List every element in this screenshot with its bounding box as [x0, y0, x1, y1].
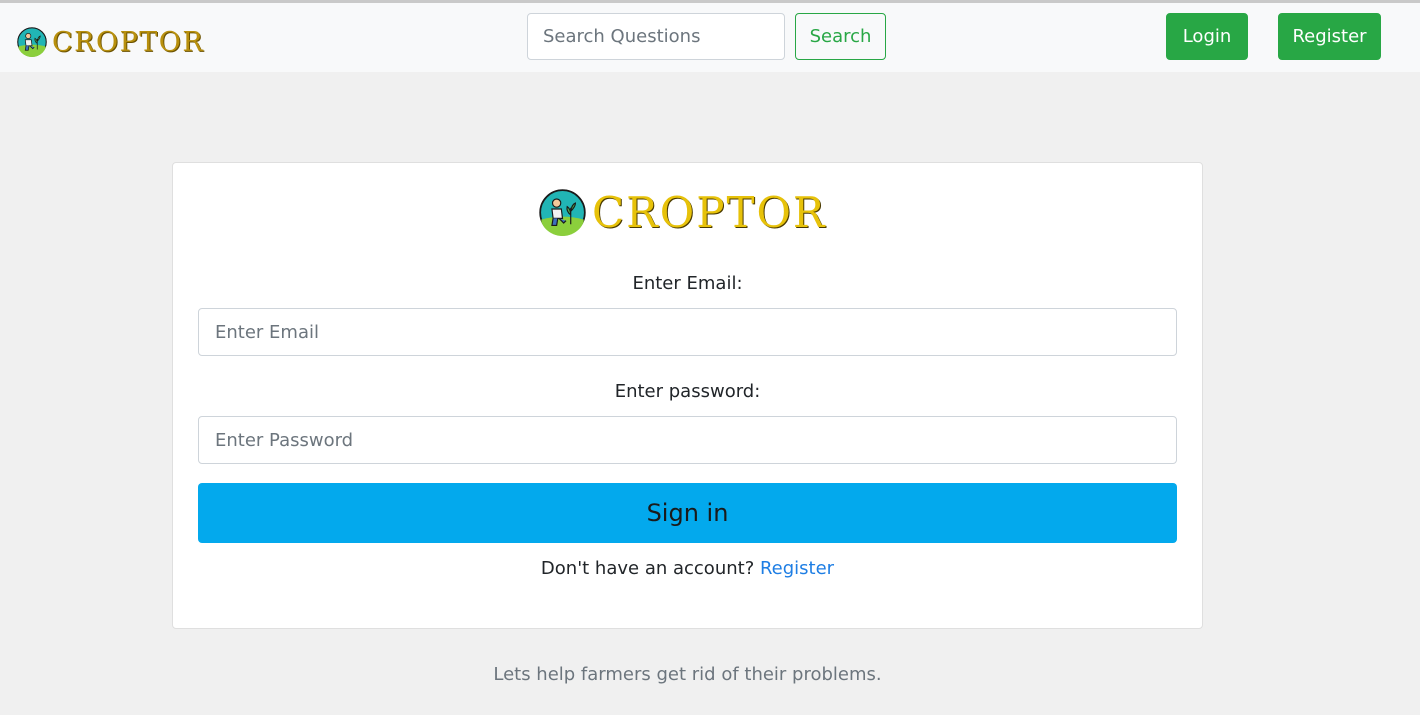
email-label: Enter Email: — [632, 273, 743, 294]
no-account-text: Don't have an account? — [540, 558, 760, 579]
farmer-planting-icon — [17, 27, 47, 57]
login-button[interactable]: Login — [1166, 13, 1248, 60]
sign-in-button[interactable]: Sign in — [198, 483, 1177, 543]
search-input[interactable] — [527, 13, 785, 60]
navbar-brand[interactable]: CROPTOR — [17, 25, 204, 59]
footer-tagline: Lets help farmers get rid of their probl… — [493, 664, 882, 685]
password-label: Enter password: — [614, 381, 761, 402]
search-button[interactable]: Search — [795, 13, 886, 60]
register-link[interactable]: Register — [760, 558, 834, 579]
password-field[interactable] — [198, 416, 1177, 464]
card-logo: CROPTOR — [539, 189, 827, 236]
brand-name: CROPTOR — [52, 26, 205, 58]
signup-prompt: Don't have an account? Register — [173, 558, 1202, 579]
farmer-planting-icon — [539, 189, 586, 236]
top-navbar: CROPTOR Search Login Register — [0, 0, 1420, 72]
login-card: CROPTOR Enter Email: Enter password: Sig… — [172, 162, 1203, 629]
card-brand-name: CROPTOR — [592, 187, 827, 237]
register-button[interactable]: Register — [1278, 13, 1381, 60]
email-field[interactable] — [198, 308, 1177, 356]
